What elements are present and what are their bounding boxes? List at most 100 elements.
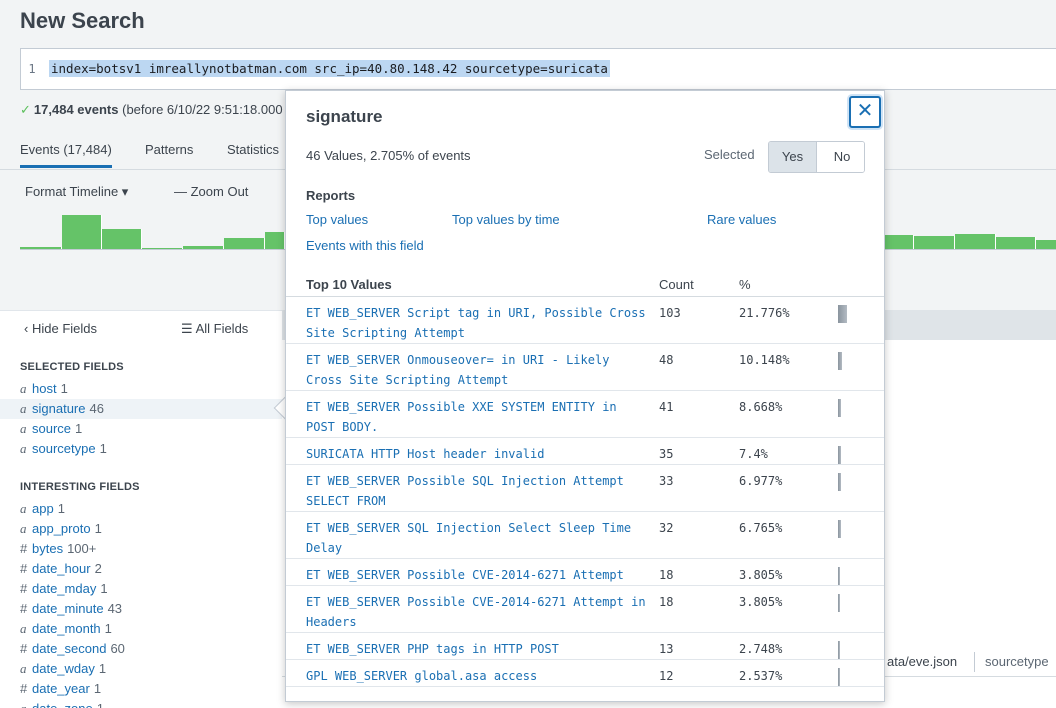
field-item-date-minute[interactable]: # date_minute 43: [0, 599, 282, 619]
report-top-values-link[interactable]: Top values: [306, 212, 368, 227]
percent-bar: [838, 668, 868, 686]
percent-bar: [838, 473, 868, 491]
report-top-values-by-time-link[interactable]: Top values by time: [452, 212, 560, 227]
timeline-bar[interactable]: [914, 236, 955, 249]
tab-events[interactable]: Events (17,484): [20, 142, 112, 168]
top-value-link[interactable]: ET WEB_SERVER Possible CVE-2014-6271 Att…: [306, 565, 651, 585]
timeline-bar[interactable]: [62, 215, 102, 249]
selected-no-button[interactable]: No: [818, 142, 864, 172]
field-item-app-proto[interactable]: a app_proto 1: [0, 519, 282, 539]
field-item-date-hour[interactable]: # date_hour 2: [0, 559, 282, 579]
top-value-link[interactable]: ET WEB_SERVER Script tag in URI, Possibl…: [306, 303, 651, 343]
field-item-date-year[interactable]: # date_year 1: [0, 679, 282, 699]
search-bar[interactable]: 1 index=botsv1 imreallynotbatman.com src…: [20, 48, 1056, 90]
timeline-bar[interactable]: [955, 234, 996, 249]
field-name: host: [32, 381, 57, 396]
numeric-type-icon: #: [20, 681, 28, 696]
top-value-link[interactable]: GPL WEB_SERVER global.asa access: [306, 666, 651, 686]
top-value-row: ET WEB_SERVER PHP tags in HTTP POST 13 2.7…: [286, 633, 884, 660]
report-rare-values-link[interactable]: Rare values: [707, 212, 776, 227]
field-item-signature[interactable]: a signature 46: [0, 399, 282, 419]
top-value-percent: 2.537%: [739, 669, 783, 683]
selected-yes-button[interactable]: Yes: [769, 142, 817, 172]
field-item-sourcetype[interactable]: a sourcetype 1: [0, 439, 282, 459]
field-count: 1: [93, 681, 102, 696]
field-item-date-zone[interactable]: adate_zone 1: [0, 699, 282, 708]
field-item-bytes[interactable]: # bytes 100+: [0, 539, 282, 559]
format-timeline-button[interactable]: Format Timeline ▾: [25, 184, 128, 200]
field-count: 1: [98, 661, 107, 676]
string-type-icon: a: [20, 621, 27, 636]
field-item-date-second[interactable]: # date_second 60: [0, 639, 282, 659]
field-count: 43: [107, 601, 123, 616]
timeline-bar[interactable]: [20, 247, 62, 249]
top-value-link[interactable]: ET WEB_SERVER Possible XXE SYSTEM ENTITY…: [306, 397, 651, 437]
top-value-link[interactable]: ET WEB_SERVER PHP tags in HTTP POST: [306, 639, 651, 659]
top-value-percent: 8.668%: [739, 400, 783, 414]
field-item-date-mday[interactable]: # date_mday 1: [0, 579, 282, 599]
top-value-link[interactable]: ET WEB_SERVER SQL Injection Select Sleep…: [306, 518, 651, 558]
percent-bar: [838, 641, 868, 659]
top-value-count: 48: [659, 353, 674, 367]
percent-bar: [838, 305, 868, 323]
hide-fields-button[interactable]: ‹ Hide Fields: [24, 321, 97, 336]
top-values-heading: Top 10 Values: [306, 277, 392, 292]
top-value-row: ET WEB_SERVER Script tag in URI, Possibl…: [286, 297, 884, 344]
timeline-bar[interactable]: [1036, 240, 1056, 249]
percent-bar: [838, 399, 868, 417]
top-value-row: SURICATA HTTP Host header invalid 35 7.4%: [286, 438, 884, 465]
percent-bar-fill: [838, 473, 841, 491]
results-divider: [974, 652, 975, 672]
field-value-summary: 46 Values, 2.705% of events: [306, 148, 471, 163]
timeline-bar[interactable]: [996, 237, 1036, 249]
splunk-search-app: New Search 1 index=botsv1 imreallynotbat…: [0, 0, 1056, 708]
search-query-input[interactable]: index=botsv1 imreallynotbatman.com src_i…: [49, 60, 610, 77]
numeric-type-icon: #: [20, 561, 28, 576]
field-item-source[interactable]: a source 1: [0, 419, 282, 439]
top-value-count: 13: [659, 642, 674, 656]
field-name: date_minute: [32, 601, 104, 616]
popover-title: signature: [306, 107, 383, 126]
top-value-link[interactable]: ET WEB_SERVER Possible SQL Injection Att…: [306, 471, 651, 511]
field-item-app[interactable]: a app 1: [0, 499, 282, 519]
top-value-percent: 7.4%: [739, 447, 768, 461]
string-type-icon: a: [20, 699, 32, 708]
top-value-count: 35: [659, 447, 674, 461]
field-name: date_wday: [32, 661, 95, 676]
timeline-bar[interactable]: [265, 232, 285, 249]
field-name: app_proto: [32, 521, 91, 536]
timeline-bar[interactable]: [142, 248, 183, 249]
timeline-bar[interactable]: [183, 246, 224, 249]
tab-statistics[interactable]: Statistics: [227, 142, 279, 165]
close-button[interactable]: ✕: [849, 96, 881, 128]
top-value-link[interactable]: ET WEB_SERVER Possible CVE-2014-6271 Att…: [306, 592, 651, 632]
top-value-percent: 21.776%: [739, 306, 790, 320]
field-item-date-wday[interactable]: a date_wday 1: [0, 659, 282, 679]
field-count: 2: [94, 561, 102, 576]
top-value-link[interactable]: SURICATA HTTP Host header invalid: [306, 444, 651, 464]
field-name: date_month: [32, 621, 101, 636]
top-value-link[interactable]: ET WEB_SERVER Onmouseover= in URI - Like…: [306, 350, 651, 390]
field-count: 1: [99, 441, 107, 456]
selected-toggle: Yes No: [768, 141, 865, 173]
top-value-count: 18: [659, 595, 674, 609]
zoom-out-button[interactable]: — Zoom Out: [174, 184, 248, 199]
timeline-bar[interactable]: [102, 229, 142, 249]
timeline-bar[interactable]: [885, 235, 914, 249]
field-summary-popover: signature ✕ 46 Values, 2.705% of events …: [285, 90, 885, 702]
hide-fields-label: Hide Fields: [31, 321, 97, 336]
reports-heading: Reports: [306, 188, 356, 203]
top-value-percent: 2.748%: [739, 642, 783, 656]
report-events-with-field-link[interactable]: Events with this field: [306, 238, 424, 253]
field-item-host[interactable]: a host 1: [0, 379, 282, 399]
field-count: 1: [100, 581, 108, 596]
percent-bar-fill: [838, 668, 840, 686]
top-value-row: ET WEB_SERVER Possible CVE-2014-6271 Att…: [286, 586, 884, 633]
field-item-date-month[interactable]: a date_month 1: [0, 619, 282, 639]
string-type-icon: a: [20, 421, 27, 436]
string-type-icon: a: [20, 441, 27, 456]
all-fields-button[interactable]: ☰ All Fields: [181, 321, 248, 337]
timeline-bar[interactable]: [224, 238, 265, 249]
percent-bar-fill: [838, 594, 840, 612]
tab-patterns[interactable]: Patterns: [145, 142, 193, 165]
